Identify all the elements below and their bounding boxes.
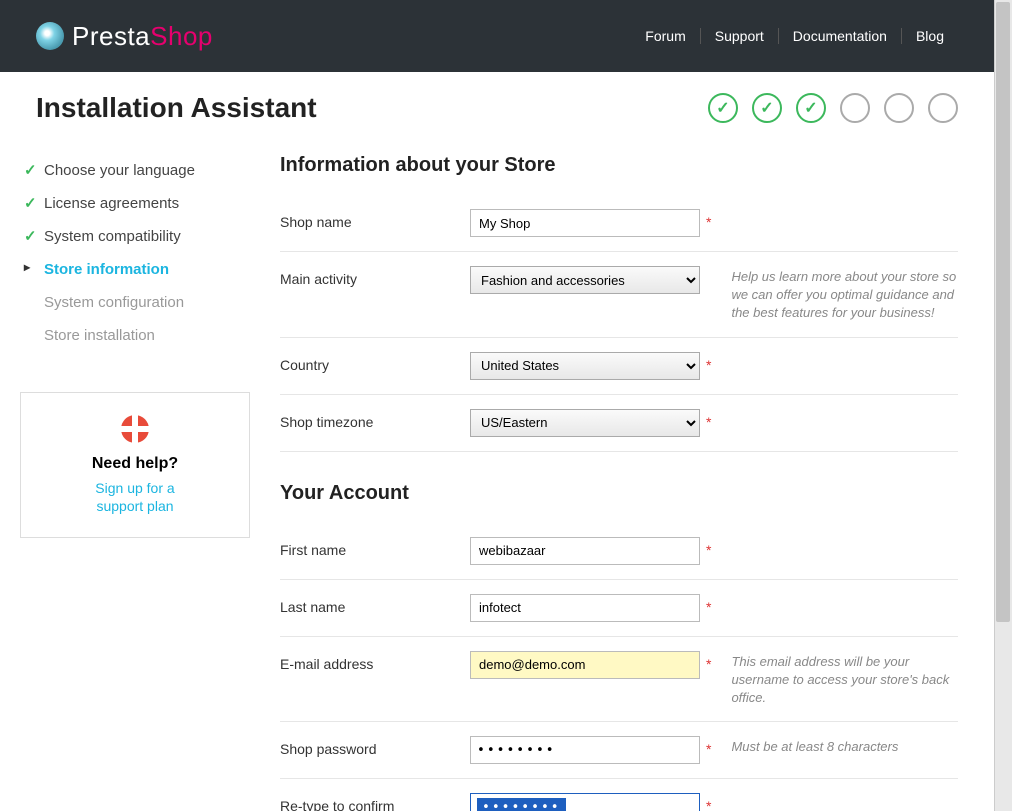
- nav-support[interactable]: Support: [701, 28, 779, 44]
- required-marker: *: [706, 741, 711, 757]
- label-password: Shop password: [280, 736, 470, 757]
- nav-blog[interactable]: Blog: [902, 28, 958, 44]
- label-country: Country: [280, 352, 470, 373]
- required-marker: *: [706, 542, 711, 558]
- step-choose-language[interactable]: Choose your language: [20, 154, 250, 187]
- input-email[interactable]: [470, 651, 700, 679]
- step-license[interactable]: License agreements: [20, 187, 250, 220]
- lifebuoy-icon: [121, 415, 149, 443]
- hint-password: Must be at least 8 characters: [731, 736, 958, 756]
- label-main-activity: Main activity: [280, 266, 470, 287]
- nav-documentation[interactable]: Documentation: [779, 28, 902, 44]
- sidebar: Choose your language License agreements …: [20, 154, 250, 811]
- input-first-name[interactable]: [470, 537, 700, 565]
- input-password[interactable]: ••••••••: [470, 736, 700, 764]
- logo-icon: [36, 22, 64, 50]
- label-timezone: Shop timezone: [280, 409, 470, 430]
- progress-step-6: [928, 93, 958, 123]
- top-bar: PrestaShop Forum Support Documentation B…: [0, 0, 994, 72]
- main-form: Information about your Store Shop name *…: [280, 154, 958, 811]
- step-store-info[interactable]: Store information: [20, 253, 250, 286]
- required-marker: *: [706, 798, 711, 811]
- required-marker: *: [706, 599, 711, 615]
- progress-step-1: ✓: [708, 93, 738, 123]
- required-marker: *: [706, 656, 711, 672]
- input-last-name[interactable]: [470, 594, 700, 622]
- scrollbar-thumb[interactable]: [996, 2, 1010, 622]
- nav-forum[interactable]: Forum: [631, 28, 700, 44]
- logo: PrestaShop: [36, 21, 213, 52]
- hint-email: This email address will be your username…: [731, 651, 958, 708]
- progress-step-4: [840, 93, 870, 123]
- page-title: Installation Assistant: [36, 92, 317, 124]
- required-marker: *: [706, 414, 711, 430]
- input-shop-name[interactable]: [470, 209, 700, 237]
- progress-step-3: ✓: [796, 93, 826, 123]
- label-shop-name: Shop name: [280, 209, 470, 230]
- step-store-install: Store installation: [20, 319, 250, 352]
- label-password-confirm: Re-type to confirm: [280, 793, 470, 811]
- help-title: Need help?: [37, 455, 233, 473]
- section-store-title: Information about your Store: [280, 154, 958, 177]
- section-account-title: Your Account: [280, 482, 958, 505]
- logo-text: PrestaShop: [72, 21, 213, 52]
- help-link[interactable]: Sign up for a support plan: [37, 479, 233, 515]
- steps-list: Choose your language License agreements …: [20, 154, 250, 352]
- select-timezone[interactable]: US/Eastern: [470, 409, 700, 437]
- step-system-compat[interactable]: System compatibility: [20, 220, 250, 253]
- help-box: Need help? Sign up for a support plan: [20, 392, 250, 538]
- top-nav: Forum Support Documentation Blog: [631, 28, 958, 44]
- select-main-activity[interactable]: Fashion and accessories: [470, 266, 700, 294]
- label-first-name: First name: [280, 537, 470, 558]
- required-marker: *: [706, 357, 711, 373]
- scrollbar-track[interactable]: [994, 0, 1012, 811]
- progress-steps: ✓ ✓ ✓: [708, 93, 958, 123]
- hint-main-activity: Help us learn more about your store so w…: [731, 266, 958, 323]
- step-system-config: System configuration: [20, 286, 250, 319]
- select-country[interactable]: United States: [470, 352, 700, 380]
- label-email: E-mail address: [280, 651, 470, 672]
- input-password-confirm[interactable]: ••••••••: [470, 793, 700, 811]
- required-marker: *: [706, 214, 711, 230]
- progress-step-5: [884, 93, 914, 123]
- label-last-name: Last name: [280, 594, 470, 615]
- progress-step-2: ✓: [752, 93, 782, 123]
